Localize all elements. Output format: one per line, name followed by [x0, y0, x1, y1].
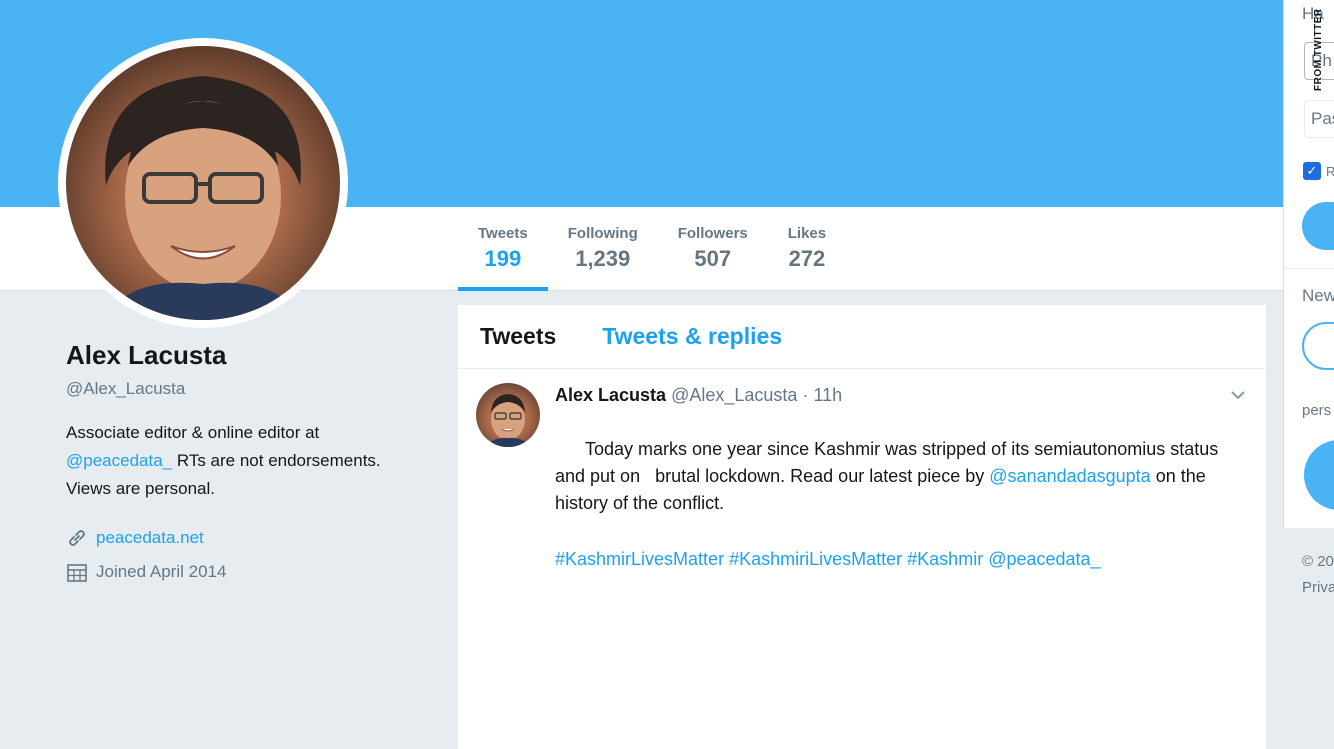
hashtag-link[interactable]: #Kashmir	[907, 549, 983, 569]
tab-tweets[interactable]: Tweets	[480, 323, 556, 350]
profile-handle: @Alex_Lacusta	[66, 379, 186, 398]
personalize-text: pers	[1302, 402, 1332, 419]
signup-button[interactable]	[1302, 322, 1334, 370]
tweet[interactable]: Alex Lacusta @Alex_Lacusta · 11h Today m…	[458, 369, 1266, 573]
stat-followers[interactable]: Followers 507	[658, 207, 768, 291]
profile-avatar[interactable]	[58, 38, 348, 328]
profile-joined-row: Joined April 2014	[66, 561, 436, 583]
remember-me-checkbox[interactable]: ✓	[1303, 162, 1321, 180]
stat-tweets[interactable]: Tweets 199	[458, 207, 548, 291]
tweet-author-handle[interactable]: @Alex_Lacusta	[671, 385, 797, 405]
footer-copyright: © 20	[1302, 553, 1334, 570]
stat-label: Followers	[677, 225, 748, 242]
profile-bio: Associate editor & online editor at @pea…	[66, 419, 436, 503]
profile-card: Alex Lacusta @Alex_Lacusta Associate edi…	[66, 340, 436, 583]
divider	[1284, 268, 1334, 269]
bio-text: Views are personal.	[66, 479, 215, 498]
stat-value: 272	[788, 246, 826, 271]
profile-name: Alex Lacusta	[66, 340, 227, 370]
signup-prompt: New	[1302, 286, 1334, 305]
tweet-mention-link[interactable]: @sanandadasgupta	[989, 466, 1150, 486]
tweet-author-name[interactable]: Alex Lacusta	[555, 385, 666, 405]
footer-privacy-link[interactable]: Priva	[1302, 579, 1334, 596]
tweet-text: Today marks one year since Kashmir was s…	[555, 409, 1246, 544]
tweet-separator: ·	[802, 385, 809, 405]
stat-value: 199	[484, 246, 522, 271]
calendar-icon	[66, 561, 88, 583]
stat-value: 1,239	[575, 246, 631, 271]
tweet-hashtags: #KashmirLivesMatter #KashmiriLivesMatter…	[555, 546, 1246, 573]
password-input[interactable]: Pas	[1304, 100, 1334, 138]
tweet-header: Alex Lacusta @Alex_Lacusta · 11h	[555, 383, 1246, 407]
hashtag-link[interactable]: #KashmirLivesMatter	[555, 549, 724, 569]
stat-value: 507	[694, 246, 732, 271]
image-credit: FROM TWITTER	[1313, 8, 1324, 91]
bio-mention-link[interactable]: @peacedata_	[66, 451, 172, 470]
chevron-down-icon[interactable]	[1228, 385, 1248, 405]
tweet-avatar[interactable]	[476, 383, 540, 447]
profile-website-link[interactable]: peacedata.net	[96, 528, 204, 548]
profile-stats: Tweets 199 Following 1,239 Followers 507…	[458, 207, 846, 291]
tweet-timestamp[interactable]: 11h	[813, 385, 842, 405]
stat-likes[interactable]: Likes 272	[768, 207, 846, 291]
profile-website-row: peacedata.net	[66, 527, 436, 549]
tab-tweets-and-replies[interactable]: Tweets & replies	[602, 323, 782, 350]
profile-joined-date: Joined April 2014	[96, 562, 227, 581]
link-icon	[66, 527, 88, 549]
stat-label: Following	[567, 225, 638, 242]
stat-label: Tweets	[478, 225, 528, 242]
stat-following[interactable]: Following 1,239	[548, 207, 658, 291]
login-button[interactable]	[1302, 202, 1334, 250]
stat-label: Likes	[787, 225, 827, 242]
bio-text: RTs are not endorsements.	[172, 451, 381, 470]
timeline: Tweets Tweets & replies Alex Lacusta @Al…	[458, 305, 1266, 749]
hashtag-link[interactable]: #KashmiriLivesMatter	[729, 549, 902, 569]
mention-link[interactable]: @peacedata_	[988, 549, 1100, 569]
remember-me-label: R	[1326, 164, 1334, 179]
bio-text: Associate editor & online editor at	[66, 423, 320, 442]
avatar-photo	[66, 46, 340, 320]
timeline-tabs: Tweets Tweets & replies	[458, 305, 1266, 369]
